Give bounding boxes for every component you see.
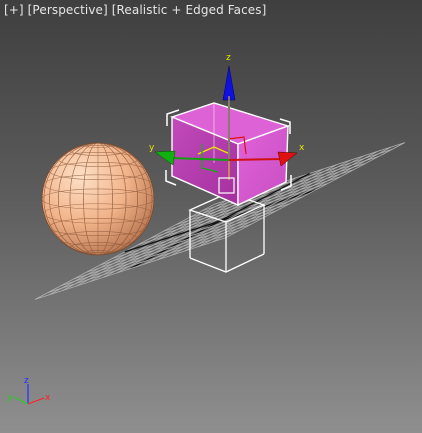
grid-line bbox=[35, 237, 226, 300]
sphere-object[interactable] bbox=[41, 142, 155, 256]
y-axis-arrow[interactable] bbox=[154, 150, 176, 166]
tripod-x-label: x bbox=[45, 393, 51, 403]
z-axis-arrow[interactable] bbox=[222, 65, 236, 101]
gizmo-z-label: z bbox=[226, 53, 231, 63]
axis-tripod: z x y bbox=[7, 376, 51, 405]
gizmo-y-label: y bbox=[149, 143, 155, 153]
tripod-y-label: y bbox=[7, 393, 13, 403]
gizmo-x-label: x bbox=[299, 143, 305, 153]
x-axis-arrow[interactable] bbox=[277, 151, 298, 167]
scene[interactable]: z x y z x y bbox=[0, 0, 422, 433]
tripod-z-label: z bbox=[24, 376, 29, 386]
perspective-viewport[interactable]: [+] [Perspective] [Realistic + Edged Fac… bbox=[0, 0, 422, 433]
